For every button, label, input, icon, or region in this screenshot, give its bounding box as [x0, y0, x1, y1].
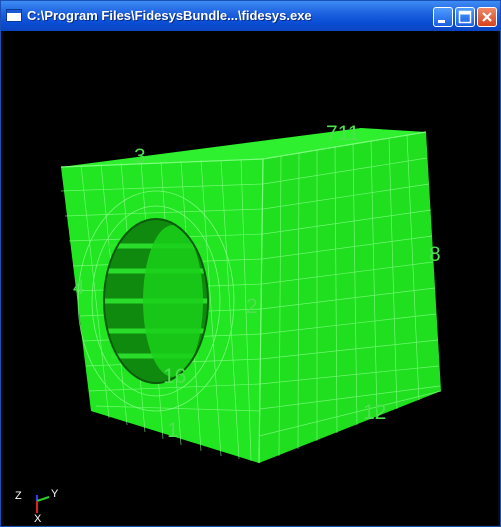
hole-far-wall — [143, 225, 203, 377]
curve-label-711: 711 — [326, 122, 359, 145]
graphics-viewport[interactable]: 3 711 8 4 2 16 1 12 Z Y X — [4, 31, 498, 525]
curve-label-8: 8 — [429, 243, 441, 266]
window-title: C:\Program Files\FidesysBundle...\fidesy… — [27, 8, 312, 23]
mesh-model[interactable]: 3 711 8 4 2 16 1 12 Z Y X — [4, 31, 498, 525]
curve-label-1: 1 — [167, 419, 179, 442]
application-window: C:\Program Files\FidesysBundle...\fidesy… — [0, 0, 501, 527]
curve-label-2: 2 — [246, 295, 258, 318]
curve-label-16: 16 — [163, 365, 186, 388]
app-window-icon[interactable] — [6, 9, 22, 22]
curve-label-4: 4 — [73, 276, 85, 299]
y-axis-label: Y — [51, 488, 59, 500]
z-axis-label: Z — [15, 490, 22, 502]
x-axis-label: X — [34, 513, 42, 525]
y-axis-line — [36, 496, 50, 502]
close-button[interactable] — [477, 7, 497, 27]
axes-triad: Z Y X — [15, 488, 59, 525]
curve-label-3: 3 — [134, 145, 146, 168]
curve-label-12: 12 — [363, 401, 386, 424]
maximize-button[interactable] — [455, 7, 475, 27]
title-bar[interactable]: C:\Program Files\FidesysBundle...\fidesy… — [1, 1, 500, 31]
minimize-button[interactable] — [433, 7, 453, 27]
